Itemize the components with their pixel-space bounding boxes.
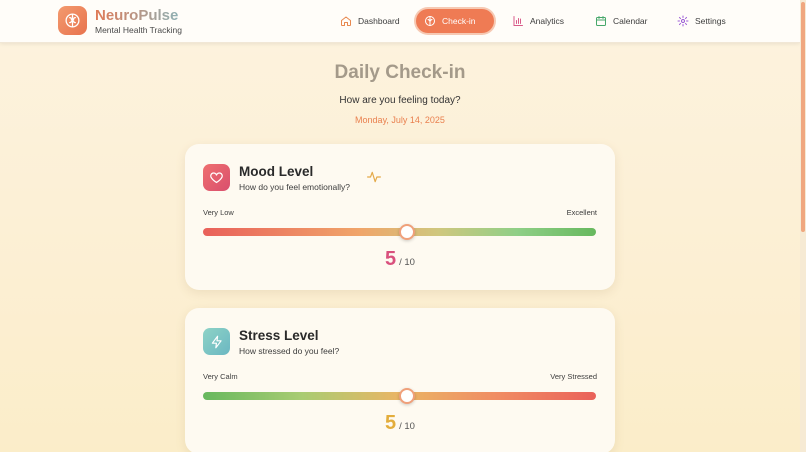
lightning-icon xyxy=(203,328,230,355)
nav-analytics[interactable]: Analytics xyxy=(504,9,572,33)
gear-icon xyxy=(677,15,689,27)
stress-value: 5 xyxy=(385,412,397,434)
stress-slider-track[interactable] xyxy=(203,388,596,404)
pulse-icon xyxy=(367,171,381,183)
mood-slider-thumb[interactable] xyxy=(398,224,415,240)
calendar-icon xyxy=(596,16,606,26)
nav-calendar[interactable]: Calendar xyxy=(587,9,656,33)
nav-check-in[interactable]: Check-in xyxy=(416,9,494,33)
stress-subtitle: How stressed do you feel? xyxy=(239,346,340,356)
nav-check-in-label: Check-in xyxy=(442,16,476,26)
bar-chart-icon xyxy=(513,16,523,26)
page-question: How are you feeling today? xyxy=(339,95,461,106)
brand-title: NeuroPulse xyxy=(95,7,179,24)
stress-low-label: Very Calm xyxy=(203,372,238,381)
stress-slider-thumb[interactable] xyxy=(398,388,415,404)
mood-card: Mood Level How do you feel emotionally? … xyxy=(185,144,615,290)
stress-high-label: Very Stressed xyxy=(550,372,597,381)
mood-value-display: 5/ 10 xyxy=(185,248,615,271)
mood-subtitle: How do you feel emotionally? xyxy=(239,182,351,192)
nav-settings-label: Settings xyxy=(695,16,726,26)
scrollbar[interactable] xyxy=(800,0,806,452)
top-navbar: NeuroPulse Mental Health Tracking Dashbo… xyxy=(0,0,800,43)
nav-analytics-label: Analytics xyxy=(530,16,565,26)
brand-subtitle: Mental Health Tracking xyxy=(95,25,182,35)
mood-title: Mood Level xyxy=(239,164,314,179)
scrollbar-thumb[interactable] xyxy=(801,2,805,232)
nav-settings[interactable]: Settings xyxy=(669,9,734,33)
mood-high-label: Excellent xyxy=(566,208,597,217)
mood-value: 5 xyxy=(385,248,397,270)
stress-title: Stress Level xyxy=(239,328,319,343)
page-title: Daily Check-in xyxy=(334,62,466,83)
nav-dashboard[interactable]: Dashboard xyxy=(332,9,408,33)
mood-low-label: Very Low xyxy=(203,208,234,217)
stress-max: / 10 xyxy=(399,421,415,432)
stress-value-display: 5/ 10 xyxy=(185,412,615,435)
mood-max: / 10 xyxy=(399,257,415,268)
stress-card: Stress Level How stressed do you feel? V… xyxy=(185,308,615,452)
heart-icon xyxy=(203,164,230,191)
current-date: Monday, July 14, 2025 xyxy=(355,115,445,125)
nav-calendar-label: Calendar xyxy=(613,16,648,26)
brain-logo-icon[interactable] xyxy=(58,6,87,35)
brain-icon xyxy=(425,16,435,26)
nav-dashboard-label: Dashboard xyxy=(358,16,400,26)
mood-slider-track[interactable] xyxy=(203,224,596,240)
home-icon xyxy=(341,16,351,26)
